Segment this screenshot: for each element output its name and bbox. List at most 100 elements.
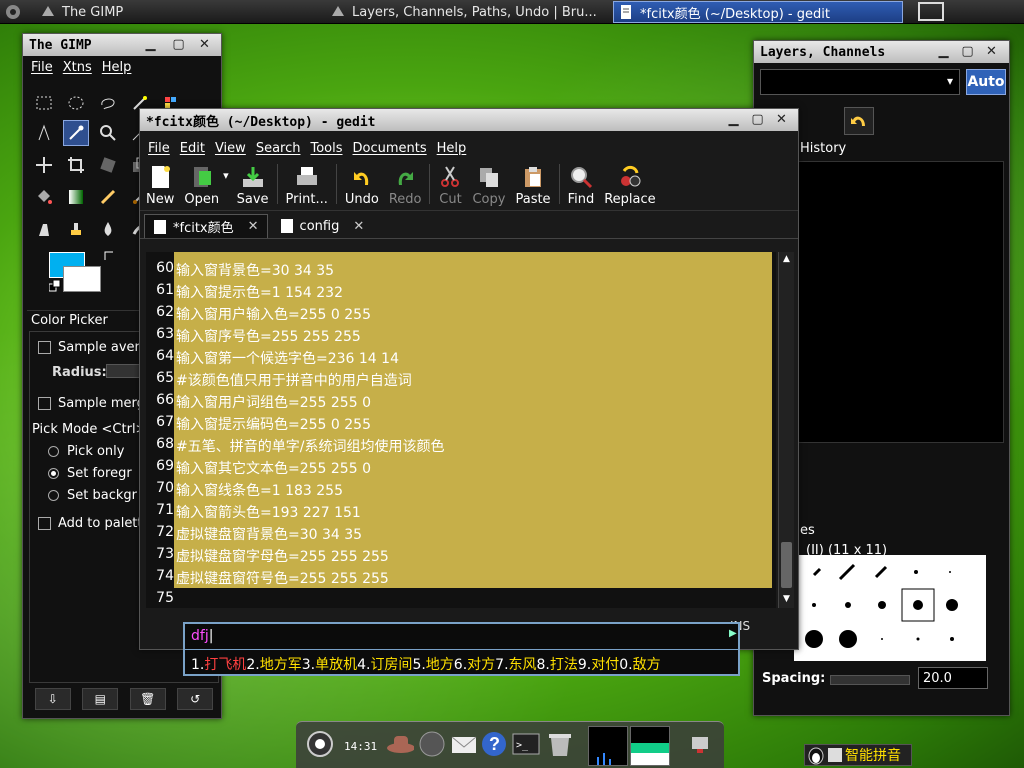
- menu-help[interactable]: Help: [102, 60, 132, 75]
- paths-tool[interactable]: [31, 120, 57, 146]
- terminal-icon[interactable]: >_: [512, 730, 540, 758]
- code-line[interactable]: 输入窗背景色=30 34 35: [176, 260, 334, 280]
- undo-button[interactable]: Undo: [345, 165, 379, 210]
- task-gedit[interactable]: *fcitx颜色 (~/Desktop) - gedit: [613, 1, 903, 23]
- text-editor[interactable]: 60 61 62 63 64 65 66 67 68 69 70 71 72 73 74 75 输入窗背景色=…: [146, 252, 776, 608]
- scroll-down-icon[interactable]: ▼: [780, 592, 793, 606]
- menu-help[interactable]: Help: [437, 141, 467, 156]
- brush-grid[interactable]: [794, 555, 986, 661]
- code-line[interactable]: #五笔、拼音的单字/系统词组均使用该颜色: [176, 436, 444, 456]
- clone-tool[interactable]: [63, 216, 89, 242]
- save-options-button[interactable]: ⇩: [34, 688, 71, 710]
- cut-button[interactable]: Cut: [438, 165, 462, 210]
- ime-candidate[interactable]: 1.打飞机: [191, 657, 246, 673]
- new-button[interactable]: New: [146, 165, 174, 210]
- close-icon[interactable]: ✕: [197, 37, 212, 52]
- text-area[interactable]: 输入窗背景色=30 34 35 输入窗提示色=1 154 232 输入窗用户输入色=…: [174, 252, 774, 608]
- workspace-switcher[interactable]: [918, 2, 944, 21]
- minimize-icon[interactable]: ▁: [726, 112, 741, 127]
- save-button[interactable]: Save: [237, 165, 269, 210]
- task-layers[interactable]: Layers, Channels, Paths, Undo | Bru...: [326, 1, 610, 23]
- delete-options-button[interactable]: 🗑: [129, 688, 166, 710]
- undo-history-list[interactable]: [794, 161, 1004, 443]
- ime-candidate[interactable]: 2.地方军: [246, 657, 301, 673]
- code-line[interactable]: 输入窗用户输入色=255 0 255: [176, 304, 371, 324]
- menu-view[interactable]: View: [215, 141, 246, 156]
- code-line[interactable]: 输入窗其它文本色=255 255 0: [176, 458, 371, 478]
- default-colors-icon[interactable]: [49, 280, 61, 292]
- set-background-radio[interactable]: [48, 490, 59, 501]
- paste-button[interactable]: Paste: [515, 165, 551, 210]
- code-line[interactable]: 虚拟键盘窗符号色=255 255 255: [176, 568, 389, 588]
- menu-file[interactable]: File: [148, 141, 170, 156]
- close-tab-icon[interactable]: ✕: [353, 219, 364, 234]
- help-icon[interactable]: ?: [480, 730, 508, 758]
- maximize-icon[interactable]: ▢: [171, 37, 186, 52]
- tab-undo-history[interactable]: [844, 107, 874, 135]
- ime-candidate[interactable]: 9.对付: [578, 657, 619, 673]
- pencil-tool[interactable]: [95, 184, 121, 210]
- lasso-tool[interactable]: [95, 90, 121, 116]
- scrollbar-thumb[interactable]: [781, 542, 792, 588]
- code-line[interactable]: 输入窗提示色=1 154 232: [176, 282, 343, 302]
- code-line[interactable]: 输入窗箭头色=193 227 151: [176, 502, 361, 522]
- background-color-swatch[interactable]: [63, 266, 101, 292]
- menu-file[interactable]: File: [31, 60, 53, 75]
- gnome-foot-icon[interactable]: [306, 730, 334, 758]
- ime-candidate[interactable]: 3.单放机: [302, 657, 357, 673]
- ime-candidate[interactable]: 0.敌方: [619, 657, 660, 673]
- minimize-icon[interactable]: ▁: [936, 44, 951, 59]
- spacing-value-field[interactable]: 20.0: [918, 667, 988, 689]
- add-to-palette-checkbox[interactable]: [38, 517, 51, 530]
- globe-icon[interactable]: [418, 730, 446, 758]
- code-line[interactable]: 输入窗用户词组色=255 255 0: [176, 392, 371, 412]
- ime-candidate[interactable]: 6.对方: [454, 657, 495, 673]
- mail-icon[interactable]: [450, 730, 478, 758]
- code-line[interactable]: #该颜色值只用于拼音中的用户自造词: [176, 370, 412, 390]
- maximize-icon[interactable]: ▢: [750, 112, 765, 127]
- blur-tool[interactable]: [95, 216, 121, 242]
- cowboy-hat-icon[interactable]: [386, 730, 414, 758]
- copy-button[interactable]: Copy: [472, 165, 505, 210]
- close-tab-icon[interactable]: ✕: [248, 219, 259, 234]
- menu-xtns[interactable]: Xtns: [63, 60, 92, 75]
- color-picker-tool[interactable]: [63, 120, 89, 146]
- swap-colors-icon[interactable]: [103, 250, 115, 262]
- scroll-up-icon[interactable]: ▲: [780, 252, 793, 266]
- ime-candidate[interactable]: 4.订房间: [357, 657, 412, 673]
- tab-config[interactable]: config ✕: [272, 214, 373, 238]
- titlebar[interactable]: *fcitx颜色 (~/Desktop) - gedit ▁ ▢ ✕: [140, 109, 798, 131]
- close-icon[interactable]: ✕: [774, 112, 789, 127]
- crop-tool[interactable]: [63, 152, 89, 178]
- ime-candidate[interactable]: 7.东风: [495, 657, 536, 673]
- image-select-dropdown[interactable]: ▾: [760, 69, 960, 95]
- move-tool[interactable]: [31, 152, 57, 178]
- menu-edit[interactable]: Edit: [180, 141, 205, 156]
- titlebar[interactable]: The GIMP ▁ ▢ ✕: [23, 34, 221, 56]
- ime-status-bar[interactable]: 智能拼音: [804, 744, 912, 766]
- pick-only-radio[interactable]: [48, 446, 59, 457]
- maximize-icon[interactable]: ▢: [960, 44, 975, 59]
- code-line[interactable]: 输入窗提示编码色=255 0 255: [176, 414, 371, 434]
- reset-options-button[interactable]: ↺: [177, 688, 214, 710]
- code-line[interactable]: 虚拟键盘窗字母色=255 255 255: [176, 546, 389, 566]
- menu-documents[interactable]: Documents: [353, 141, 427, 156]
- blend-tool[interactable]: [63, 184, 89, 210]
- menu-search[interactable]: Search: [256, 141, 301, 156]
- close-icon[interactable]: ✕: [984, 44, 999, 59]
- sample-merged-checkbox[interactable]: [38, 397, 51, 410]
- sample-average-checkbox[interactable]: [38, 341, 51, 354]
- rotate-tool[interactable]: [95, 152, 121, 178]
- network-icon[interactable]: [686, 730, 714, 758]
- spacing-slider[interactable]: [830, 675, 910, 685]
- ink-tool[interactable]: [31, 216, 57, 242]
- open-button[interactable]: Open: [184, 165, 219, 210]
- task-gimp[interactable]: The GIMP: [36, 1, 316, 23]
- titlebar[interactable]: Layers, Channels ▁ ▢ ✕: [754, 41, 1009, 63]
- tab-fcitx-colors[interactable]: *fcitx颜色 ✕: [144, 214, 268, 238]
- set-foreground-radio[interactable]: [48, 468, 59, 479]
- restore-options-button[interactable]: ▤: [82, 688, 119, 710]
- replace-button[interactable]: Replace: [604, 165, 656, 210]
- magnify-tool[interactable]: [95, 120, 121, 146]
- vertical-scrollbar[interactable]: ▲ ▼: [778, 252, 794, 608]
